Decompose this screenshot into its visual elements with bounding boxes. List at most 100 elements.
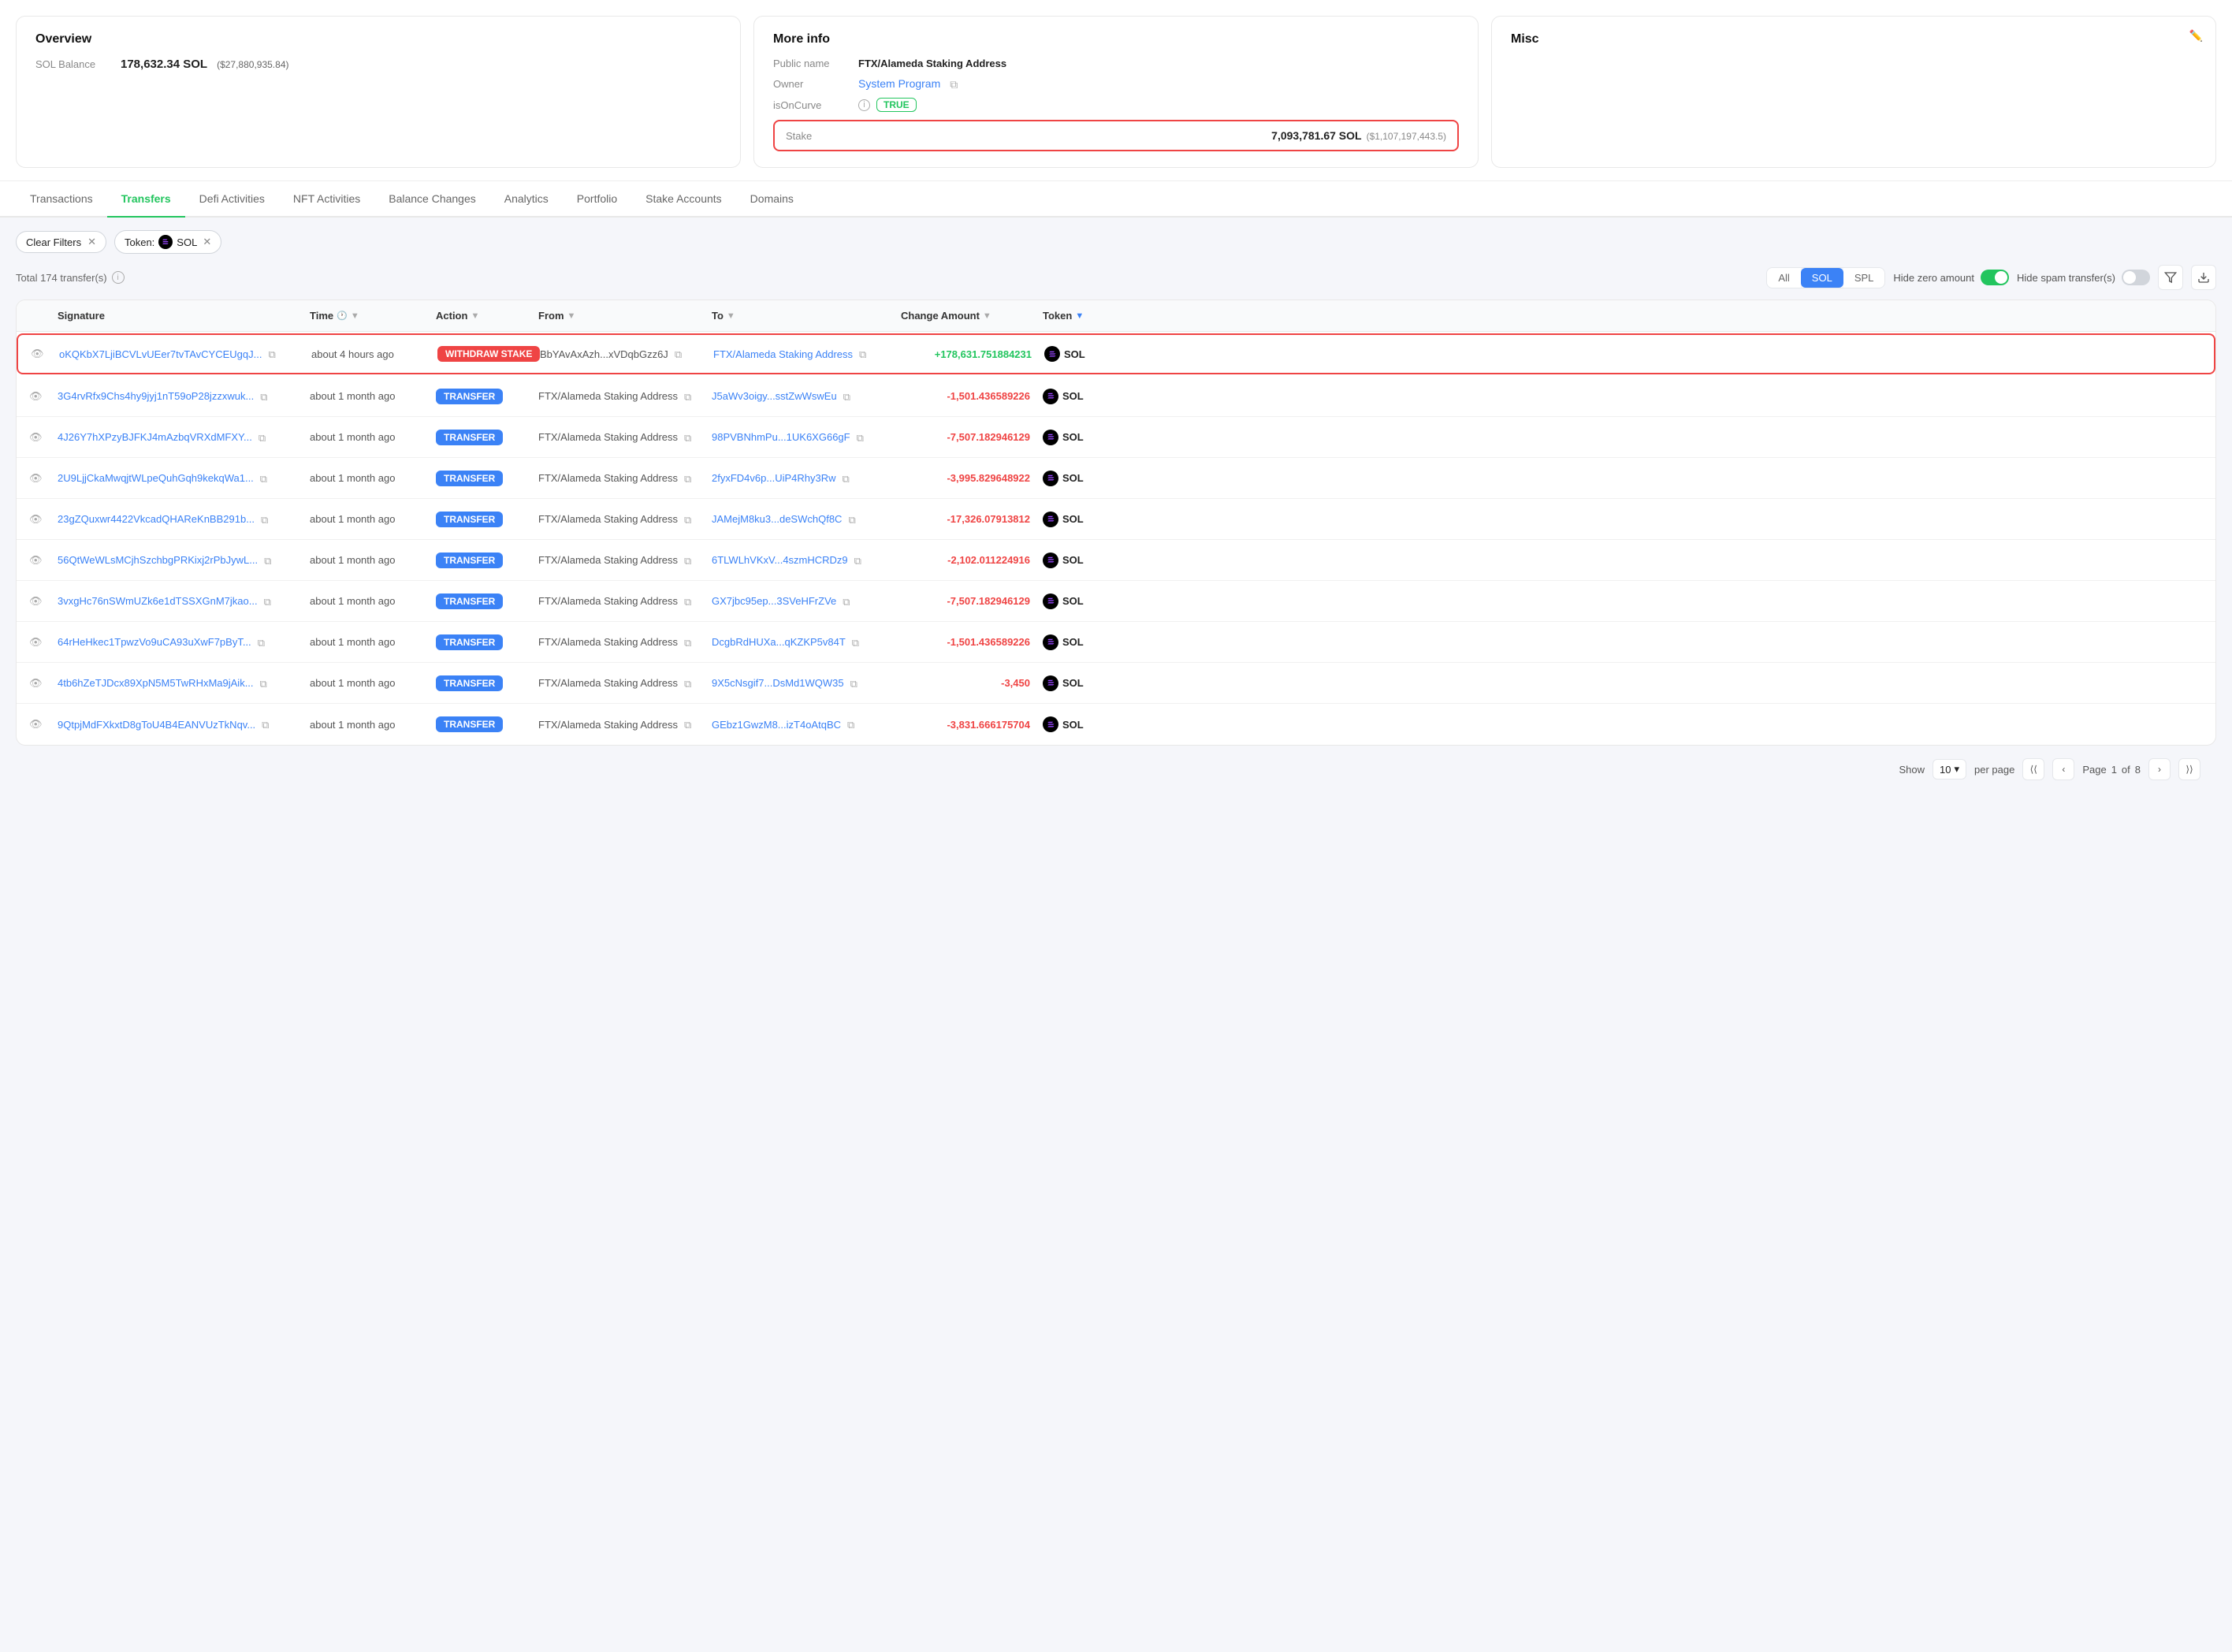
eye-icon[interactable]: 👁 <box>29 431 43 444</box>
copy-sig-icon[interactable]: ⧉ <box>261 514 272 525</box>
signature-link[interactable]: 9QtpjMdFXkxtD8gToU4B4EANVUzTkNqv... <box>58 719 255 731</box>
to-link[interactable]: 6TLWLhVKxV...4szmHCRDz9 <box>712 554 848 566</box>
hide-spam-toggle[interactable] <box>2122 270 2150 285</box>
eye-icon[interactable]: 👁 <box>29 718 43 731</box>
copy-sig-icon[interactable]: ⧉ <box>260 391 271 402</box>
from-sort-icon[interactable]: ▼ <box>567 311 576 321</box>
copy-sig-icon[interactable]: ⧉ <box>264 555 275 566</box>
copy-from-icon[interactable]: ⧉ <box>684 678 695 689</box>
copy-sig-icon[interactable]: ⧉ <box>258 637 269 648</box>
eye-icon[interactable]: 👁 <box>29 677 43 690</box>
copy-from-icon[interactable]: ⧉ <box>684 555 695 566</box>
next-page-btn[interactable]: › <box>2148 758 2171 780</box>
type-all-btn[interactable]: All <box>1767 268 1800 288</box>
token-filter-x-icon[interactable]: ✕ <box>203 236 211 248</box>
time-sort-icon[interactable]: ▼ <box>351 311 359 321</box>
to-link[interactable]: 2fyxFD4v6p...UiP4Rhy3Rw <box>712 472 836 484</box>
token-sol-icon <box>1043 471 1058 486</box>
tab-defi-activities[interactable]: Defi Activities <box>185 181 279 218</box>
type-sol-btn[interactable]: SOL <box>1801 268 1843 288</box>
eye-icon[interactable]: 👁 <box>29 513 43 526</box>
filter-icon-btn[interactable] <box>2158 265 2183 290</box>
signature-link[interactable]: 3vxgHc76nSWmUZk6e1dTSSXGnM7jkao... <box>58 595 258 607</box>
copy-from-icon[interactable]: ⧉ <box>684 391 695 402</box>
signature-link[interactable]: 56QtWeWLsMCjhSzchbgPRKixj2rPbJywL... <box>58 554 258 566</box>
signature-link[interactable]: 4J26Y7hXPzyBJFKJ4mAzbqVRXdMFXY... <box>58 431 252 443</box>
eye-icon[interactable]: 👁 <box>29 472 43 485</box>
copy-from-icon[interactable]: ⧉ <box>684 637 695 648</box>
token-badge: SOL <box>1043 430 1084 445</box>
to-sort-icon[interactable]: ▼ <box>727 311 735 321</box>
type-spl-btn[interactable]: SPL <box>1843 268 1885 288</box>
tab-transfers[interactable]: Transfers <box>107 181 185 218</box>
to-link[interactable]: DcgbRdHUXa...qKZKP5v84T <box>712 636 846 648</box>
copy-from-icon[interactable]: ⧉ <box>684 596 695 607</box>
copy-sig-icon[interactable]: ⧉ <box>260 678 271 689</box>
signature-link[interactable]: 4tb6hZeTJDcx89XpN5M5TwRHxMa9jAik... <box>58 677 254 689</box>
hide-zero-toggle[interactable] <box>1981 270 2009 285</box>
per-page-select[interactable]: 10 ▾ <box>1933 759 1966 779</box>
copy-to-icon[interactable]: ⧉ <box>857 432 868 443</box>
copy-to-icon[interactable]: ⧉ <box>854 555 865 566</box>
copy-sig-icon[interactable]: ⧉ <box>268 348 279 359</box>
eye-icon[interactable]: 👁 <box>31 348 44 360</box>
tab-analytics[interactable]: Analytics <box>490 181 563 218</box>
copy-from-icon[interactable]: ⧉ <box>684 719 695 730</box>
signature-link[interactable]: 3G4rvRfx9Chs4hy9jyj1nT59oP28jzzxwuk... <box>58 390 254 402</box>
to-link[interactable]: JAMejM8ku3...deSWchQf8C <box>712 513 842 525</box>
token-sort-icon[interactable]: ▼ <box>1075 311 1084 321</box>
owner-link[interactable]: System Program <box>858 77 940 90</box>
copy-to-icon[interactable]: ⧉ <box>847 719 858 730</box>
copy-sig-icon[interactable]: ⧉ <box>259 432 270 443</box>
tab-stake-accounts[interactable]: Stake Accounts <box>631 181 736 218</box>
tab-portfolio[interactable]: Portfolio <box>563 181 631 218</box>
signature-link[interactable]: oKQKbX7LjiBCVLvUEer7tvTAvCYCEUgqJ... <box>59 348 262 360</box>
edit-icon[interactable]: ✏️ <box>2189 29 2203 43</box>
tab-balance-changes[interactable]: Balance Changes <box>374 181 490 218</box>
first-page-btn[interactable]: ⟨⟨ <box>2022 758 2044 780</box>
copy-from-icon[interactable]: ⧉ <box>675 348 686 359</box>
copy-to-icon[interactable]: ⧉ <box>852 637 863 648</box>
copy-to-icon[interactable]: ⧉ <box>843 391 854 402</box>
tab-nft-activities[interactable]: NFT Activities <box>279 181 374 218</box>
eye-icon[interactable]: 👁 <box>29 390 43 403</box>
copy-to-icon[interactable]: ⧉ <box>843 596 854 607</box>
tab-domains[interactable]: Domains <box>736 181 808 218</box>
copy-sig-icon[interactable]: ⧉ <box>260 473 271 484</box>
copy-from-icon[interactable]: ⧉ <box>684 473 695 484</box>
to-link[interactable]: GEbz1GwzM8...izT4oAtqBC <box>712 719 841 731</box>
signature-link[interactable]: 23gZQuxwr4422VkcadQHAReKnBB291b... <box>58 513 255 525</box>
eye-icon[interactable]: 👁 <box>29 554 43 567</box>
clear-filters-x-icon[interactable]: ✕ <box>87 236 96 248</box>
copy-to-icon[interactable]: ⧉ <box>859 348 870 359</box>
token-cell: SOL <box>1036 463 1099 494</box>
copy-to-icon[interactable]: ⧉ <box>843 473 854 484</box>
signature-link[interactable]: 64rHeHkec1TpwzVo9uCA93uXwF7pByT... <box>58 636 251 648</box>
download-icon-btn[interactable] <box>2191 265 2216 290</box>
copy-sig-icon[interactable]: ⧉ <box>262 719 273 730</box>
eye-icon[interactable]: 👁 <box>29 595 43 608</box>
action-badge: TRANSFER <box>436 430 503 445</box>
tab-transactions[interactable]: Transactions <box>16 181 107 218</box>
to-link[interactable]: FTX/Alameda Staking Address <box>713 348 853 360</box>
to-link[interactable]: 9X5cNsgif7...DsMd1WQW35 <box>712 677 844 689</box>
last-page-btn[interactable]: ⟩⟩ <box>2178 758 2200 780</box>
clear-filters-chip[interactable]: Clear Filters ✕ <box>16 231 106 253</box>
action-sort-icon[interactable]: ▼ <box>471 311 479 321</box>
copy-to-icon[interactable]: ⧉ <box>850 678 861 689</box>
to-link[interactable]: GX7jbc95ep...3SVeHFrZVe <box>712 595 836 607</box>
change-amount-sort-icon[interactable]: ▼ <box>983 311 991 321</box>
copy-sig-icon[interactable]: ⧉ <box>264 596 275 607</box>
prev-page-btn[interactable]: ‹ <box>2052 758 2074 780</box>
page-of: of <box>2122 764 2130 776</box>
eye-icon[interactable]: 👁 <box>29 636 43 649</box>
to-link[interactable]: 98PVBNhmPu...1UK6XG66gF <box>712 431 850 443</box>
total-info-icon[interactable]: i <box>112 271 125 284</box>
copy-from-icon[interactable]: ⧉ <box>684 514 695 525</box>
token-filter-chip[interactable]: Token: SOL ✕ <box>114 230 221 254</box>
copy-to-icon[interactable]: ⧉ <box>848 514 859 525</box>
copy-owner-icon[interactable]: ⧉ <box>950 78 961 89</box>
copy-from-icon[interactable]: ⧉ <box>684 432 695 443</box>
signature-link[interactable]: 2U9LjjCkaMwqjtWLpeQuhGqh9kekqWa1... <box>58 472 254 484</box>
to-link[interactable]: J5aWv3oigy...sstZwWswEu <box>712 390 837 402</box>
